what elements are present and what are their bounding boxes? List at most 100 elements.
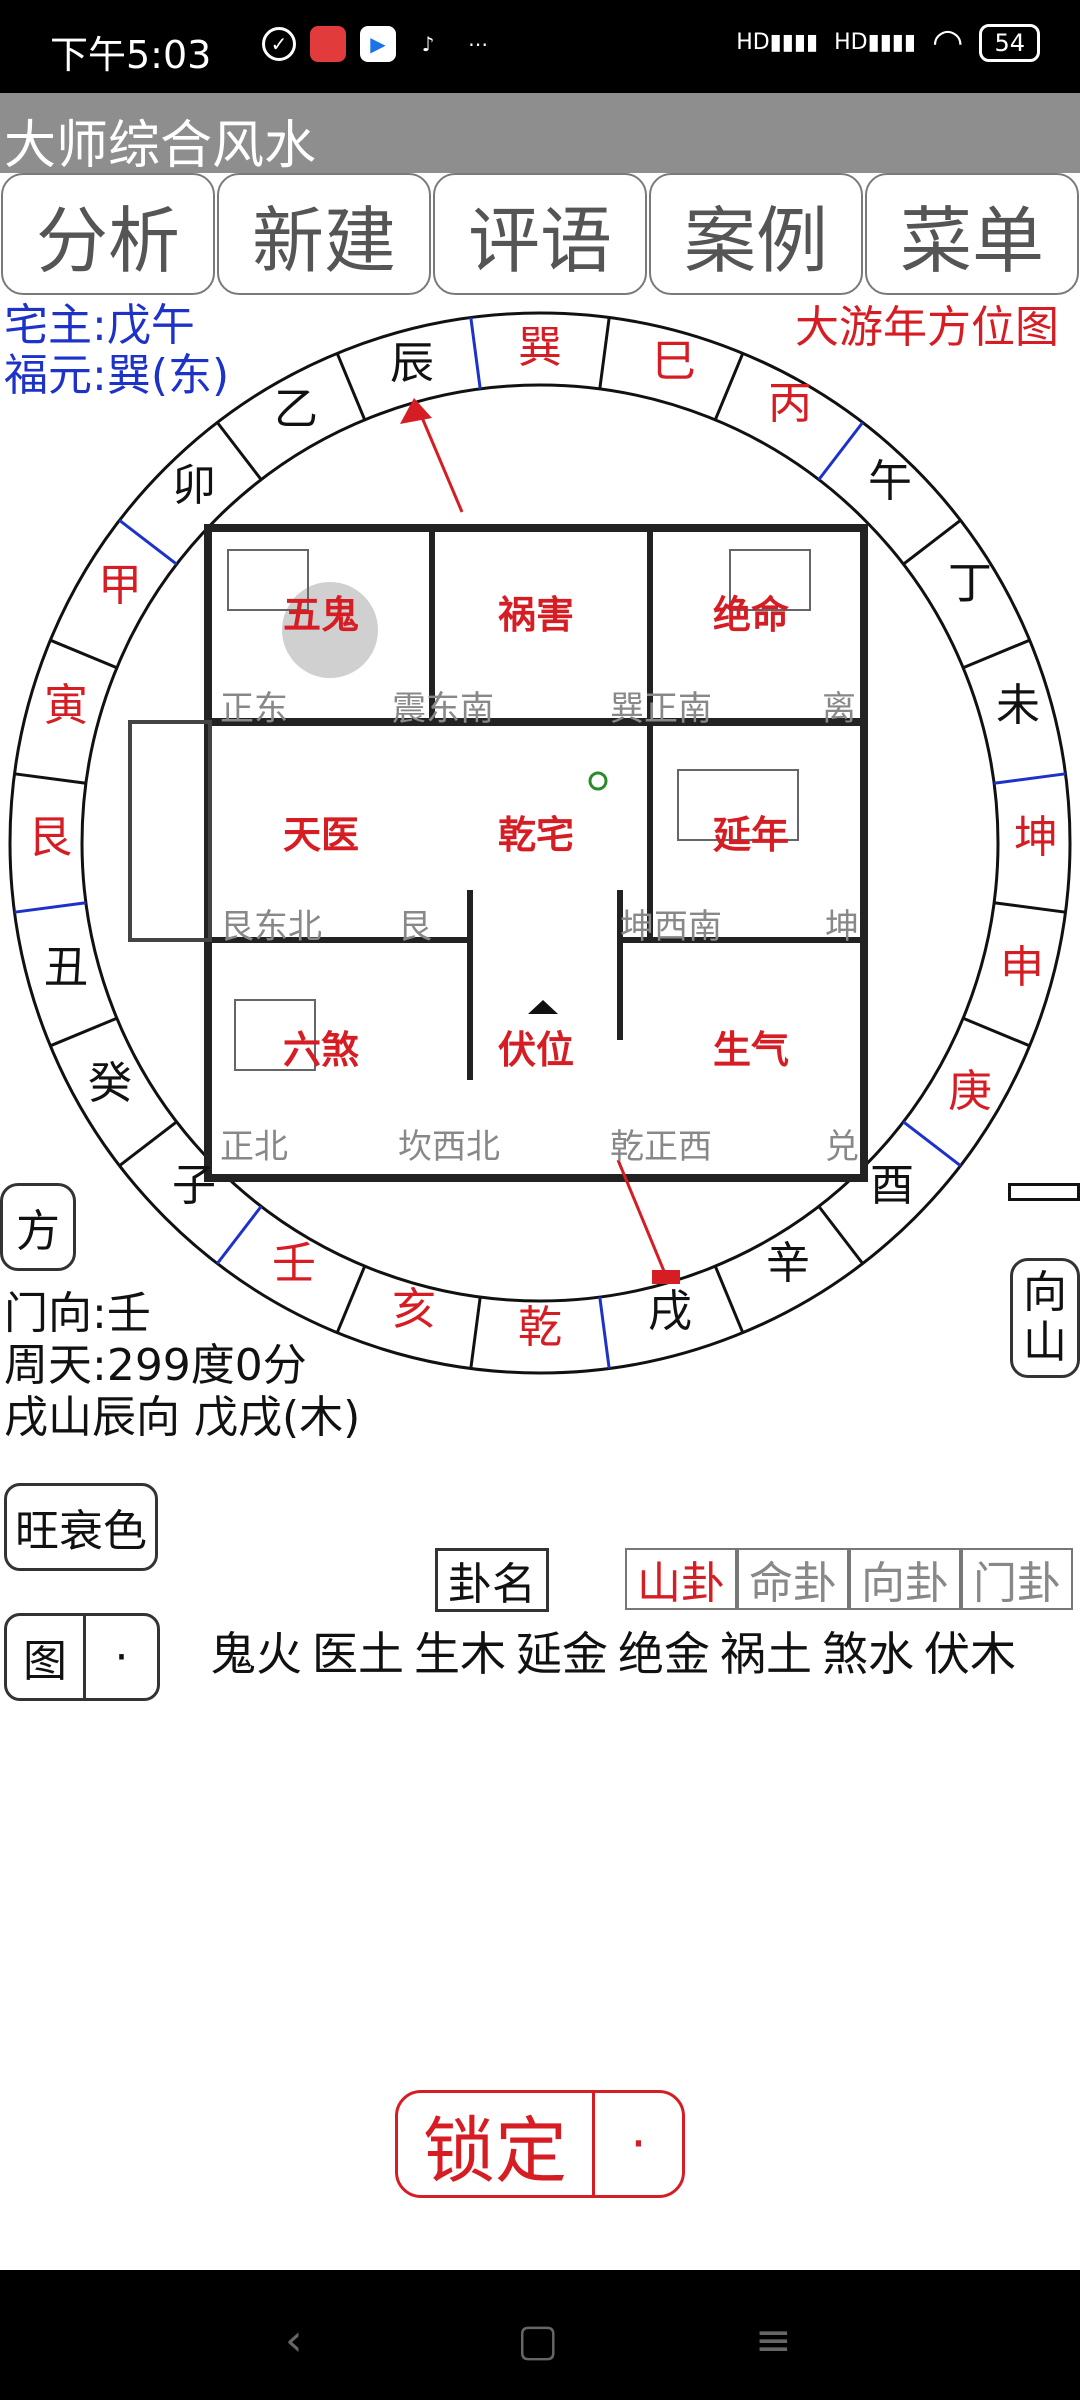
signal-icon-2: HD▮▮▮▮ — [834, 30, 917, 55]
app-title: 大师综合风水 — [4, 116, 317, 176]
nav-bar: ‹ ▢ ≡ — [0, 2270, 1080, 2400]
fang-button[interactable]: 方 — [0, 1183, 76, 1271]
menu-icon[interactable]: ≡ — [755, 2315, 792, 2366]
sector-kunxinan: 坤西南 — [620, 907, 722, 947]
info-menxiang: 门向:壬 — [4, 1288, 151, 1339]
guaming-button[interactable]: 卦名 — [435, 1548, 549, 1612]
tab-shangua[interactable]: 山卦 — [625, 1548, 737, 1610]
list-item: 延金 — [516, 1627, 608, 1681]
info-zhoutian: 周天:299度0分 — [4, 1340, 307, 1391]
ring-you: 酉 — [870, 1160, 914, 1211]
top-tabs: 分析 新建 评语 案例 菜单 — [0, 173, 1080, 295]
ring-gen: 艮 — [28, 812, 72, 863]
tab-comments[interactable]: 评语 — [433, 173, 647, 295]
ring-divider — [49, 1016, 118, 1048]
ring-chen: 辰 — [390, 338, 434, 389]
label-wugui: 五鬼 — [283, 593, 359, 637]
ring-divider — [335, 352, 367, 421]
ring-chou: 丑 — [44, 942, 88, 993]
ring-geng: 庚 — [948, 1066, 992, 1117]
ring-divider — [962, 1016, 1031, 1048]
home-icon[interactable]: ▢ — [517, 2315, 559, 2366]
ring-qian: 乾 — [518, 1302, 562, 1353]
xiang-label: 向 — [1023, 1267, 1067, 1318]
ring-yin: 寅 — [44, 680, 88, 731]
ring-divider — [118, 1120, 178, 1167]
ring-divider — [962, 638, 1031, 670]
list-item: 煞水 — [822, 1627, 914, 1681]
ring-divider — [14, 901, 87, 914]
ring-divider — [118, 519, 178, 566]
ring-divider — [993, 772, 1066, 785]
ring-ding: 丁 — [948, 558, 992, 609]
sector-zhengdong: 正东 — [220, 689, 288, 729]
signal-icon: HD▮▮▮▮ — [736, 30, 819, 55]
list-item: 伏木 — [924, 1627, 1016, 1681]
ring-xin: 辛 — [766, 1238, 810, 1289]
tu-dot: · — [114, 1631, 129, 1683]
ring-ren: 壬 — [272, 1238, 316, 1289]
sector-xundongnan: 巽正南 — [610, 689, 712, 729]
tab-new[interactable]: 新建 — [217, 173, 431, 295]
play-store-icon: ▶ — [360, 26, 396, 62]
lock-dot[interactable]: · — [595, 2093, 682, 2195]
sector-dui: 兑 — [825, 1127, 859, 1167]
balcony — [128, 720, 212, 942]
more-dots-icon: ⋯ — [468, 32, 488, 56]
label-huohai: 祸害 — [498, 593, 574, 637]
alarm-icon: ✓ — [262, 27, 296, 61]
wifi-icon: ◠ — [932, 22, 964, 63]
list-item: 医土 — [312, 1627, 404, 1681]
xiang-shan-button[interactable]: 向 山 — [1010, 1258, 1080, 1378]
sector-gendongbei: 艮东北 — [220, 907, 322, 947]
ring-wei: 未 — [996, 680, 1040, 731]
label-shengqi: 生气 — [713, 1028, 789, 1072]
sector-zhendongnan: 震东南 — [392, 689, 494, 729]
sector-kun: 坤 — [825, 907, 859, 947]
tab-menu[interactable]: 菜单 — [865, 173, 1079, 295]
tab-minggua[interactable]: 命卦 — [737, 1548, 849, 1610]
wangshuai-button[interactable]: 旺衰色 — [4, 1483, 158, 1571]
status-app-icons: ✓ ▶ ♪ ⋯ — [262, 26, 496, 62]
lock-button[interactable]: 锁定 · — [395, 2090, 685, 2198]
ring-divider — [817, 1205, 864, 1265]
back-icon[interactable]: ‹ — [285, 2315, 303, 2366]
sector-qianzhengxi: 乾正西 — [610, 1127, 712, 1167]
ring-xun: 巽 — [518, 322, 562, 373]
tiktok-icon: ♪ — [421, 32, 435, 56]
ring-xu: 戌 — [648, 1286, 692, 1337]
status-time: 下午5:03 — [50, 33, 212, 77]
label-jueming: 绝命 — [713, 593, 789, 637]
tab-mengua[interactable]: 门卦 — [961, 1548, 1073, 1610]
ring-mao: 卯 — [172, 460, 216, 511]
ring-si: 巳 — [652, 336, 696, 387]
tab-cases[interactable]: 案例 — [649, 173, 863, 295]
ring-jia: 甲 — [98, 560, 142, 611]
sector-gen: 艮 — [398, 907, 432, 947]
ring-divider — [14, 772, 87, 785]
sector-li: 离 — [822, 689, 856, 729]
ring-bing: 丙 — [768, 378, 812, 429]
ring-wu: 午 — [868, 456, 912, 507]
tab-xianggua[interactable]: 向卦 — [849, 1548, 961, 1610]
info-shanxiang: 戌山辰向 戊戌(木) — [4, 1392, 361, 1443]
app-bar: 大师综合风水 — [0, 93, 1080, 176]
tab-analysis[interactable]: 分析 — [1, 173, 215, 295]
compass-floorplan[interactable]: 五鬼 祸害 绝命 天医 乾宅 延年 六煞 伏位 生气 正东 震东南 巽正南 离 … — [0, 300, 1080, 1380]
tu-button[interactable]: 图 · — [4, 1613, 160, 1701]
ring-divider — [216, 421, 263, 481]
ring-hai: 亥 — [392, 1284, 436, 1335]
list-item: 绝金 — [618, 1627, 710, 1681]
slider-handle[interactable] — [1008, 1183, 1080, 1201]
lock-label: 锁定 — [398, 2093, 595, 2195]
label-fuwei: 伏位 — [498, 1028, 574, 1072]
app-red-icon — [310, 26, 346, 62]
ring-divider — [469, 317, 482, 390]
list-item: 鬼火 — [210, 1627, 302, 1681]
shan-label: 山 — [1023, 1317, 1067, 1368]
ring-divider — [713, 1265, 745, 1334]
ring-divider — [469, 1296, 482, 1369]
ring-shen: 申 — [1000, 942, 1044, 993]
ring-yi: 乙 — [274, 384, 318, 435]
ring-divider — [335, 1265, 367, 1334]
